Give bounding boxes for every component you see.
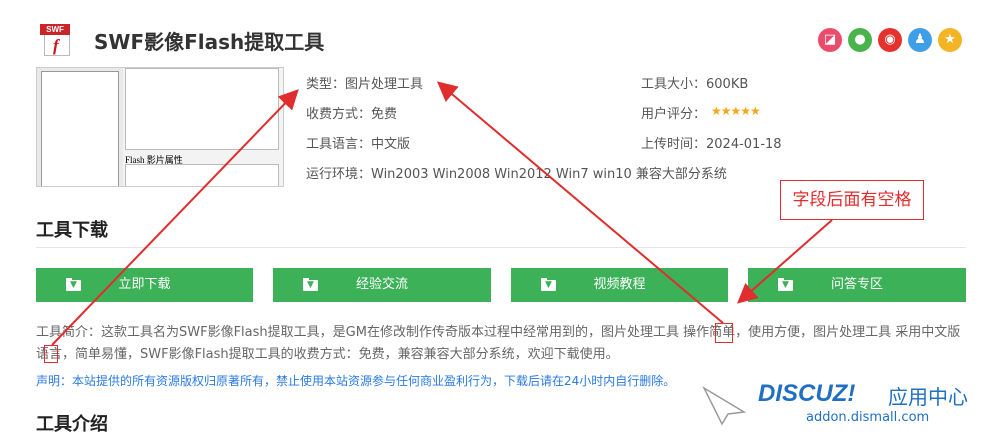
arrow-from-callout: [736, 219, 833, 304]
arrow-to-type-field: [436, 81, 724, 324]
app-center-label: 应用中心: [888, 385, 968, 409]
watermark-url: addon.dismall.com: [806, 410, 930, 425]
cursor-icon: [702, 386, 747, 426]
discuz-watermark: DISCUZ! 应用中心 addon.dismall.com: [702, 376, 999, 442]
arrow-to-language-field: [51, 89, 299, 346]
discuz-logo: DISCUZ!: [758, 380, 856, 407]
